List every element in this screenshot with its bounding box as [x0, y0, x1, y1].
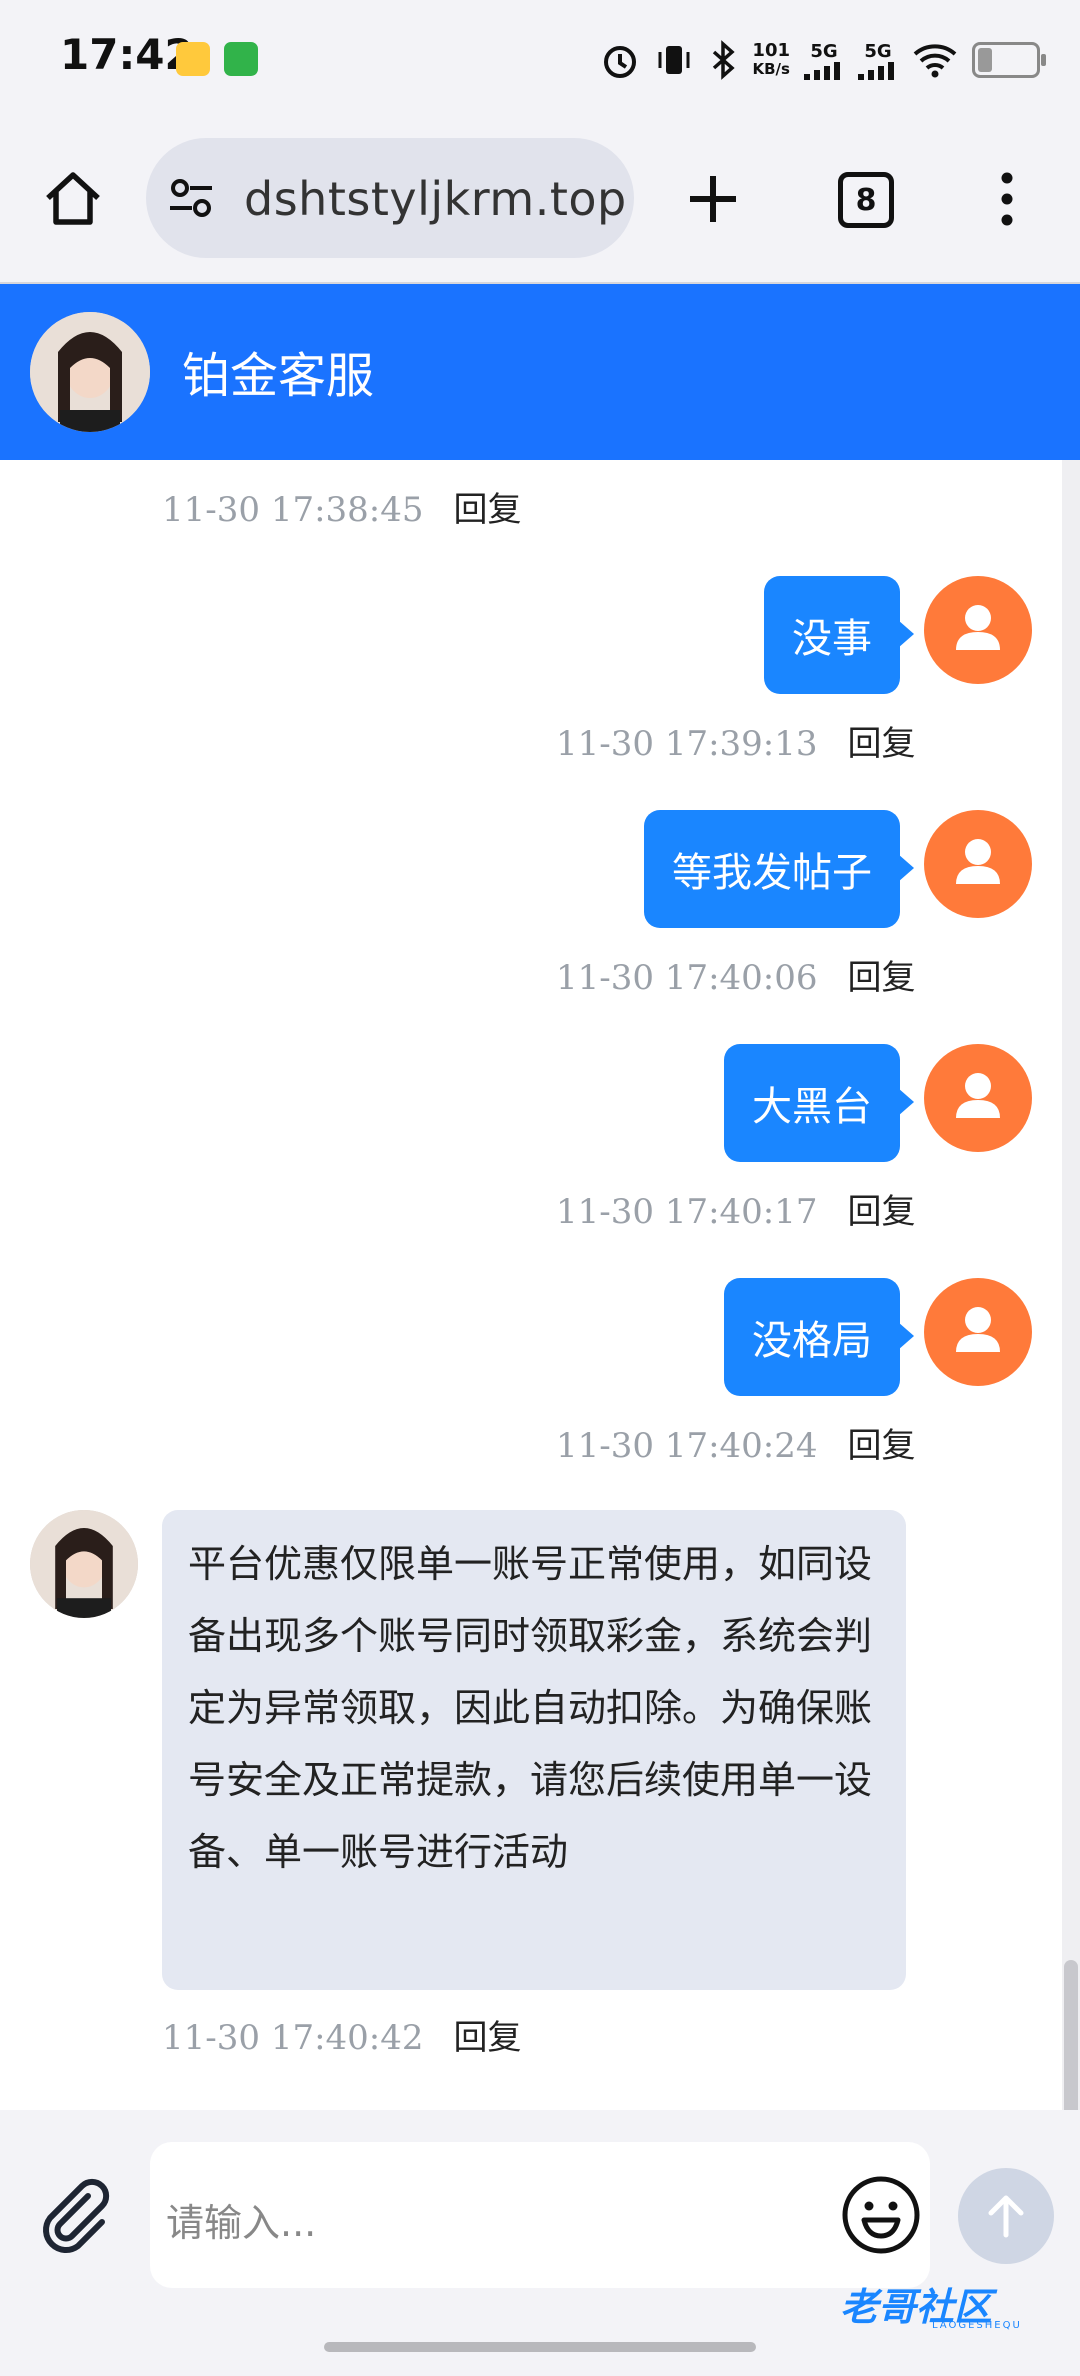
message-text: 没事	[792, 616, 872, 662]
task-icon	[224, 42, 258, 76]
signal-bars-icon	[858, 61, 894, 80]
signal-1: 5G	[804, 41, 844, 80]
message-meta: 11-30 17:40:06 回复	[556, 950, 916, 999]
signal-bars-icon	[804, 61, 840, 80]
message-list[interactable]: 11-30 17:38:45 回复 没事 11-30 17:39:13 回复 等我发…	[0, 460, 1062, 2110]
url-text: dshtstyljkrm.top	[244, 172, 627, 226]
message-time: 11-30 17:40:17	[556, 1192, 818, 1232]
my-message-bubble[interactable]: 没事	[764, 576, 914, 694]
emoji-icon[interactable]	[840, 2174, 922, 2256]
net-speed: 101 KB/s	[752, 40, 790, 79]
notes-icon	[176, 42, 210, 76]
more-menu-icon[interactable]	[990, 168, 1024, 230]
message-text: 没格局	[752, 1318, 872, 1364]
clock: 17:42	[60, 30, 194, 79]
message-text: 等我发帖子	[672, 850, 872, 896]
tab-count: 8	[855, 182, 877, 218]
scrollbar-track[interactable]	[1062, 460, 1080, 2110]
my-avatar	[924, 1044, 1032, 1152]
send-button[interactable]	[958, 2168, 1054, 2264]
message-time: 11-30 17:40:42	[162, 2018, 424, 2058]
user-icon	[956, 1073, 1000, 1118]
reply-button[interactable]: 回复	[848, 724, 916, 764]
reply-button[interactable]: 回复	[454, 490, 522, 530]
agent-avatar	[30, 312, 150, 432]
agent-message-bubble[interactable]: 平台优惠仅限单一账号正常使用，如同设备出现多个账号同时领取彩金，系统会判定为异常…	[162, 1510, 906, 1990]
home-icon[interactable]	[40, 166, 106, 232]
message-meta: 11-30 17:38:45 回复	[162, 482, 522, 531]
user-icon	[956, 839, 1000, 884]
new-tab-icon[interactable]	[684, 170, 742, 228]
my-avatar	[924, 1278, 1032, 1386]
site-settings-icon[interactable]	[166, 174, 216, 224]
message-meta: 11-30 17:40:17 回复	[556, 1184, 916, 1233]
my-avatar	[924, 810, 1032, 918]
bluetooth-icon	[713, 40, 736, 80]
chat-title: 铂金客服	[182, 348, 375, 404]
watermark-subtext: LAOGESHEQU	[932, 2320, 1022, 2331]
my-avatar	[924, 576, 1032, 684]
tab-switcher-button[interactable]: 8	[838, 172, 894, 228]
home-indicator[interactable]	[324, 2342, 756, 2352]
signal-2: 5G	[858, 41, 898, 80]
composer: 请输入...	[0, 2110, 1080, 2376]
agent-avatar	[30, 1510, 138, 1618]
battery-icon	[972, 42, 1046, 78]
my-message-bubble[interactable]: 等我发帖子	[644, 810, 914, 928]
my-message-bubble[interactable]: 没格局	[724, 1278, 914, 1396]
browser-toolbar: dshtstyljkrm.top 8	[0, 120, 1080, 284]
reply-button[interactable]: 回复	[848, 1426, 916, 1466]
wifi-icon	[913, 44, 957, 78]
reply-button[interactable]: 回复	[848, 1192, 916, 1232]
scrollbar-thumb[interactable]	[1064, 1960, 1078, 2120]
attachment-icon[interactable]	[34, 2174, 114, 2254]
message-text: 大黑台	[752, 1084, 872, 1130]
message-meta: 11-30 17:40:42 回复	[162, 2010, 522, 2059]
message-input[interactable]: 请输入...	[150, 2142, 930, 2288]
reply-button[interactable]: 回复	[454, 2018, 522, 2058]
user-icon	[956, 605, 1000, 650]
vibrate-icon	[658, 46, 690, 74]
status-icons: 101 KB/s 5G 5G	[600, 30, 1046, 90]
message-time: 11-30 17:39:13	[556, 724, 818, 764]
message-meta: 11-30 17:40:24 回复	[556, 1418, 916, 1467]
arrow-up-icon	[988, 2195, 1024, 2238]
alarm-icon	[604, 46, 637, 78]
input-placeholder: 请输入...	[166, 2201, 317, 2245]
message-time: 11-30 17:40:24	[556, 1426, 818, 1466]
message-time: 11-30 17:38:45	[162, 490, 424, 530]
chat-header: 铂金客服	[0, 284, 1080, 460]
user-icon	[956, 1307, 1000, 1352]
message-time: 11-30 17:40:06	[556, 958, 818, 998]
message-meta: 11-30 17:39:13 回复	[556, 716, 916, 765]
my-message-bubble[interactable]: 大黑台	[724, 1044, 914, 1162]
status-bar: 17:42 101 KB/s 5G 5G	[0, 0, 1080, 120]
message-text: 平台优惠仅限单一账号正常使用，如同设备出现多个账号同时领取彩金，系统会判定为异常…	[188, 1542, 873, 1874]
reply-button[interactable]: 回复	[848, 958, 916, 998]
address-bar[interactable]: dshtstyljkrm.top	[146, 138, 634, 258]
